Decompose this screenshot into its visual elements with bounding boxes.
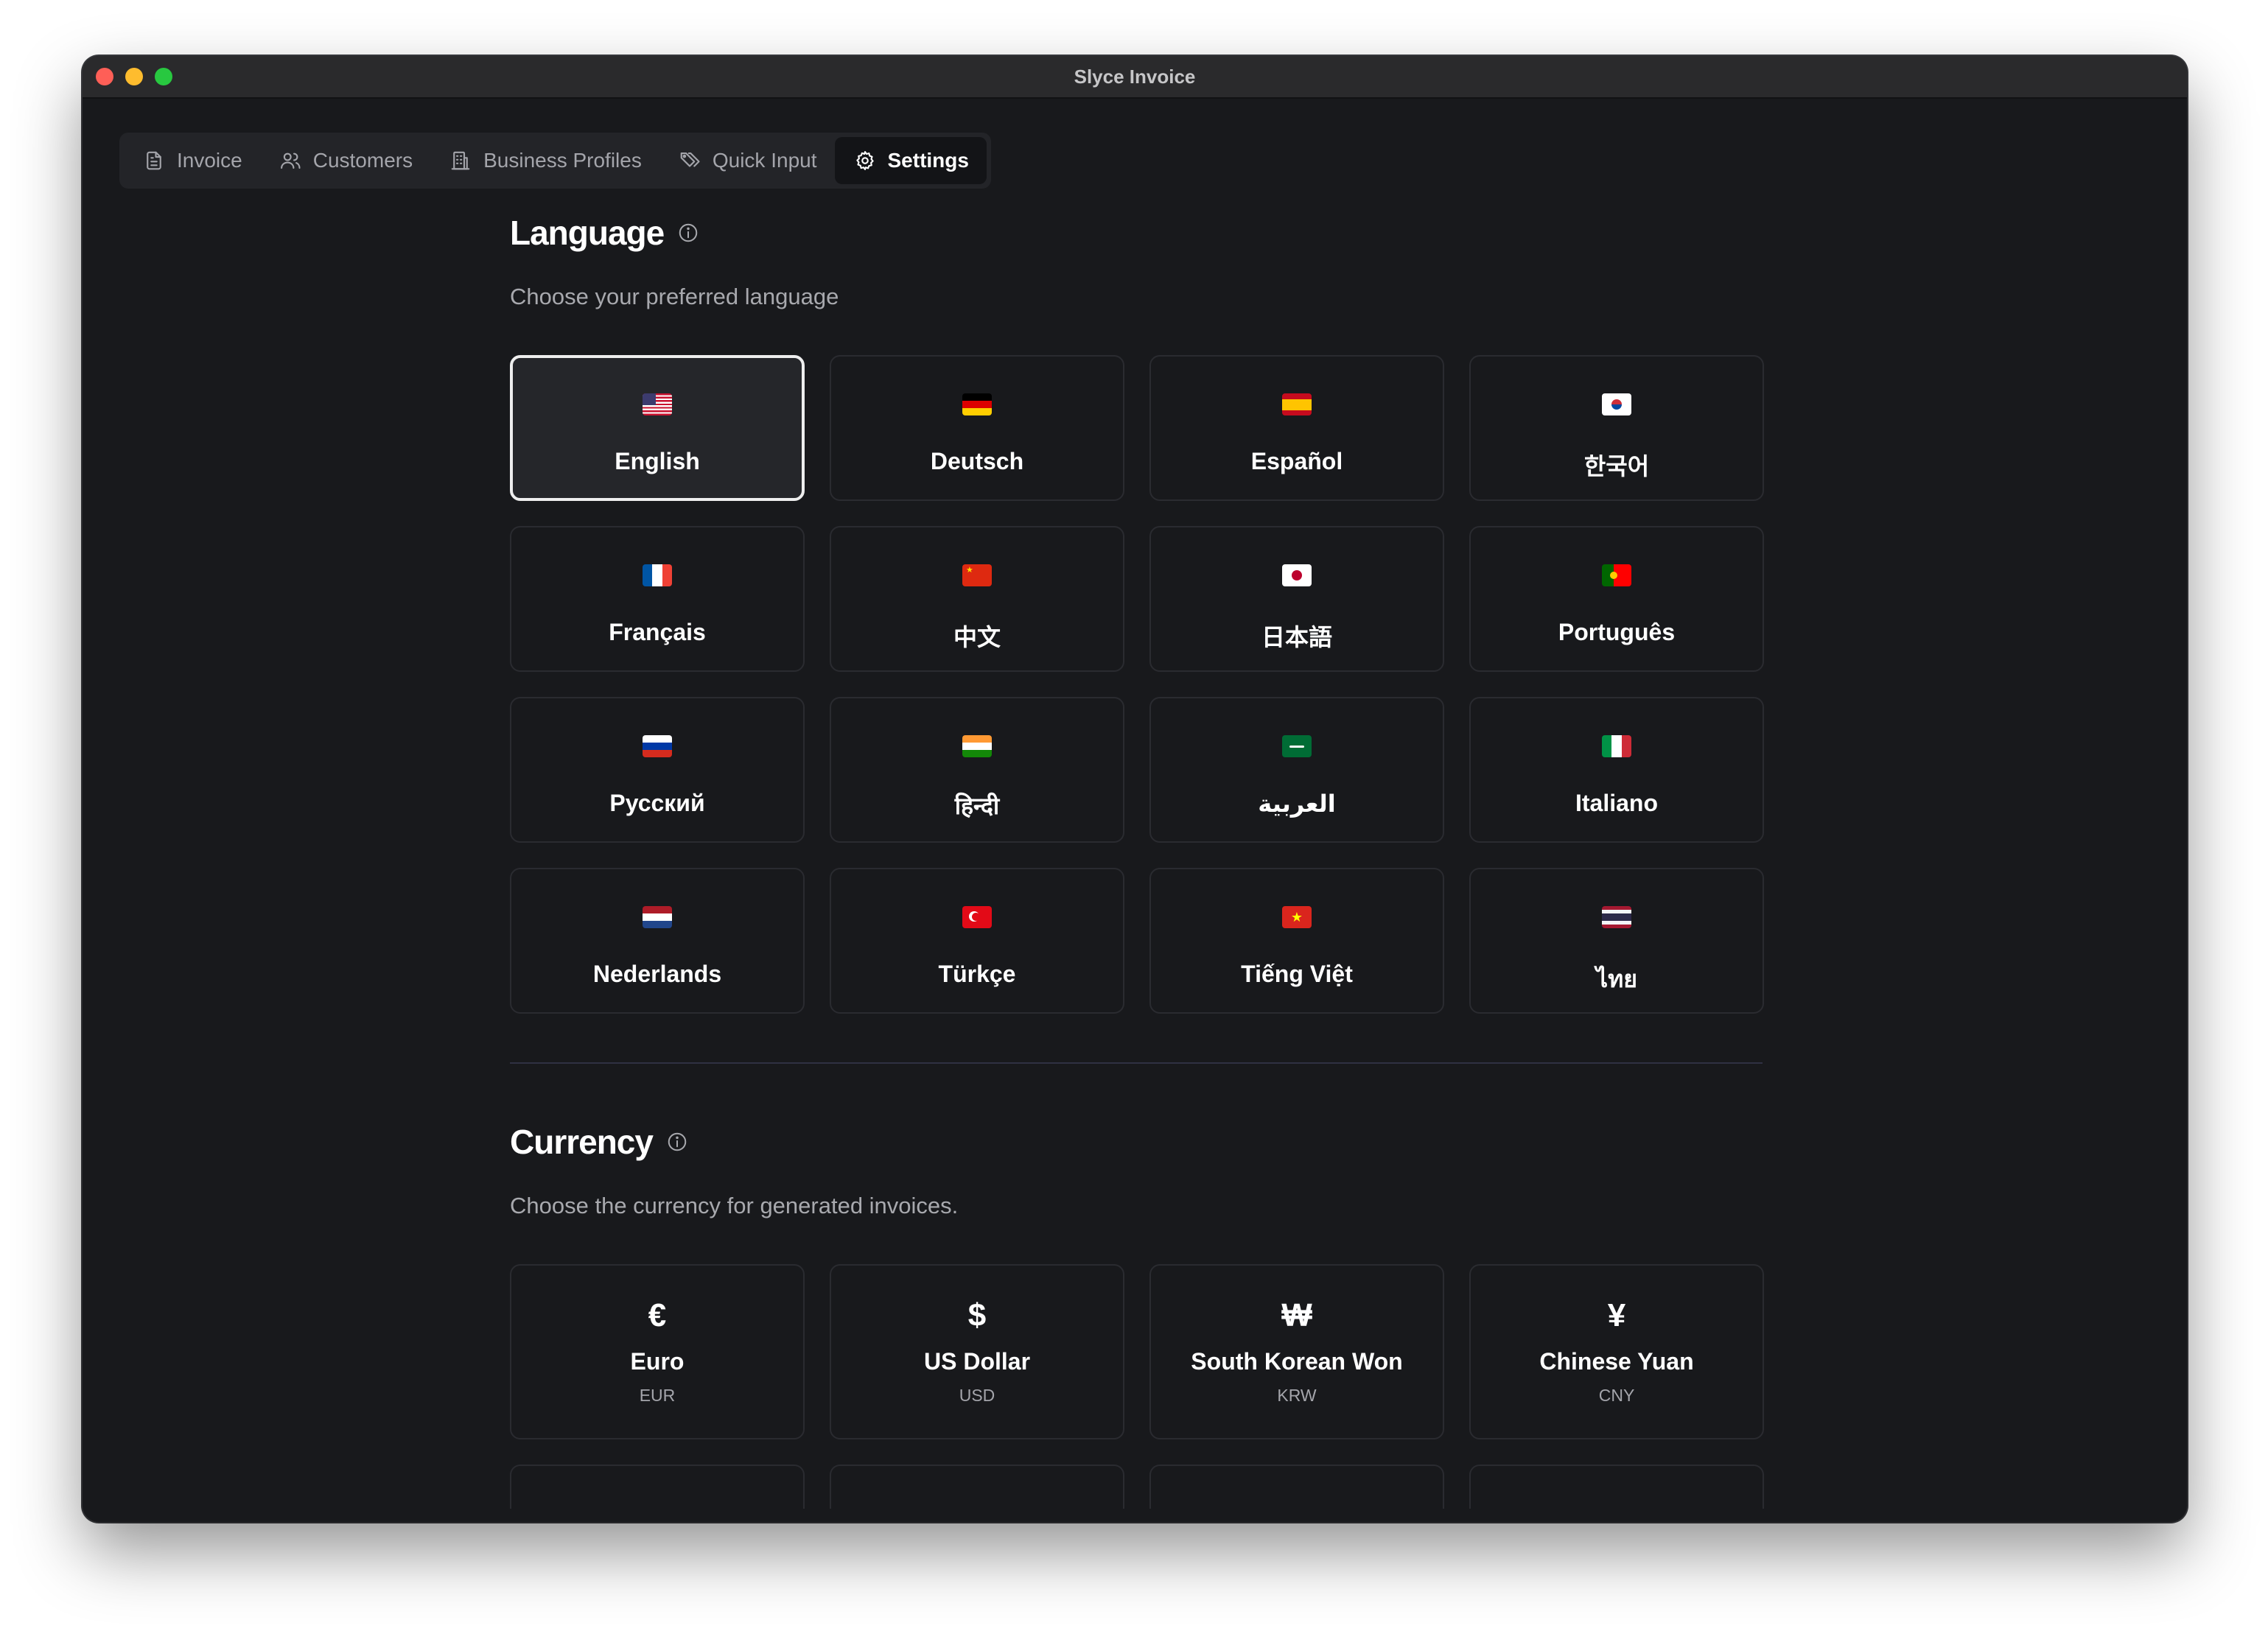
india-flag-icon (962, 735, 992, 757)
portugal-flag-icon (1602, 564, 1631, 586)
language-option-turkce[interactable]: Türkçe (830, 868, 1124, 1014)
language-label: Português (1558, 619, 1676, 645)
language-label: 日本語 (1261, 624, 1332, 650)
language-label: Русский (609, 790, 705, 816)
currency-section-title: Currency (510, 1112, 1763, 1171)
yuan-icon: ¥ (1607, 1297, 1626, 1333)
language-label: Türkçe (938, 961, 1016, 987)
language-label: Deutsch (930, 448, 1024, 474)
language-label: हिन्दी (954, 793, 1000, 819)
currency-option-partial[interactable] (830, 1465, 1124, 1509)
tags-icon (679, 150, 701, 172)
currency-code: KRW (1277, 1386, 1317, 1405)
currency-name: Chinese Yuan (1539, 1348, 1694, 1375)
currency-description: Choose the currency for generated invoic… (510, 1193, 959, 1218)
euro-icon: € (648, 1297, 667, 1333)
gear-icon (854, 150, 876, 172)
currency-name: US Dollar (923, 1348, 1031, 1375)
language-option-espanol[interactable]: Español (1149, 355, 1444, 501)
language-label: Tiếng Việt (1241, 961, 1353, 987)
china-flag-icon: ★ (962, 564, 992, 586)
tab-label: Settings (887, 149, 969, 172)
currency-option-partial[interactable] (510, 1465, 805, 1509)
currency-grid: € Euro EUR $ US Dollar USD ₩ South Korea… (510, 1264, 1764, 1509)
tab-settings[interactable]: Settings (834, 137, 987, 184)
currency-name: South Korean Won (1191, 1348, 1403, 1375)
info-icon[interactable] (677, 222, 699, 244)
language-option-nederlands[interactable]: Nederlands (510, 868, 805, 1014)
language-option-japanese[interactable]: 日本語 (1149, 526, 1444, 672)
currency-option-usd[interactable]: $ US Dollar USD (830, 1264, 1124, 1439)
dollar-icon: $ (967, 1297, 987, 1333)
language-label: Français (609, 619, 706, 645)
italy-flag-icon (1602, 735, 1631, 757)
currency-code: CNY (1598, 1386, 1635, 1405)
language-description: Choose your preferred language (510, 284, 839, 309)
japan-flag-icon (1282, 564, 1312, 586)
tab-label: Business Profiles (483, 149, 642, 172)
tab-business-profiles[interactable]: Business Profiles (430, 137, 659, 184)
language-option-portugues[interactable]: Português (1469, 526, 1764, 672)
currency-option-krw[interactable]: ₩ South Korean Won KRW (1149, 1264, 1444, 1439)
korea-flag-icon (1602, 393, 1631, 415)
language-option-vietnamese[interactable]: ★ Tiếng Việt (1149, 868, 1444, 1014)
language-grid: English Deutsch Español 한국어 Français ★ 中… (510, 355, 1764, 1014)
vietnam-flag-icon: ★ (1282, 906, 1312, 928)
main-tab-bar: Invoice Customers Business Profiles Quic… (119, 133, 991, 189)
info-icon[interactable] (666, 1131, 688, 1153)
language-option-arabic[interactable]: العربية (1149, 697, 1444, 843)
language-label: العربية (1258, 790, 1336, 817)
building-icon (449, 150, 472, 172)
spain-flag-icon (1282, 393, 1312, 415)
language-option-italiano[interactable]: Italiano (1469, 697, 1764, 843)
tab-label: Quick Input (712, 149, 817, 172)
currency-option-partial[interactable] (1149, 1465, 1444, 1509)
language-section-title: Language (510, 203, 1763, 262)
currency-code: EUR (639, 1386, 676, 1405)
tab-label: Invoice (177, 149, 242, 172)
turkey-flag-icon (962, 906, 992, 928)
language-label: English (615, 448, 700, 474)
thailand-flag-icon (1602, 906, 1631, 928)
germany-flag-icon (962, 393, 992, 415)
saudi-flag-icon (1282, 735, 1312, 757)
language-title: Language (510, 214, 665, 252)
currency-code: USD (959, 1386, 995, 1405)
language-option-thai[interactable]: ไทย (1469, 868, 1764, 1014)
language-option-deutsch[interactable]: Deutsch (830, 355, 1124, 501)
language-option-francais[interactable]: Français (510, 526, 805, 672)
section-divider (510, 1062, 1763, 1064)
document-icon (143, 150, 165, 172)
users-icon (279, 150, 301, 172)
app-window: Slyce Invoice Invoice Customers Business… (83, 56, 2187, 1522)
window-title: Slyce Invoice (1074, 66, 1196, 88)
us-flag-icon (643, 393, 672, 415)
language-label: Italiano (1575, 790, 1658, 816)
tab-invoice[interactable]: Invoice (124, 137, 260, 184)
language-label: ไทย (1596, 966, 1637, 992)
language-option-korean[interactable]: 한국어 (1469, 355, 1764, 501)
language-option-english[interactable]: English (510, 355, 805, 501)
currency-name: Euro (630, 1348, 685, 1375)
won-icon: ₩ (1281, 1297, 1312, 1333)
settings-content: Language Choose your preferred language … (510, 203, 1764, 1509)
tab-quick-input[interactable]: Quick Input (659, 137, 835, 184)
language-option-russian[interactable]: Русский (510, 697, 805, 843)
netherlands-flag-icon (643, 906, 672, 928)
tab-label: Customers (312, 149, 413, 172)
language-option-hindi[interactable]: हिन्दी (830, 697, 1124, 843)
currency-title: Currency (510, 1123, 654, 1161)
currency-option-partial[interactable] (1469, 1465, 1764, 1509)
language-option-chinese[interactable]: ★ 中文 (830, 526, 1124, 672)
russia-flag-icon (643, 735, 672, 757)
currency-option-eur[interactable]: € Euro EUR (510, 1264, 805, 1439)
currency-option-cny[interactable]: ¥ Chinese Yuan CNY (1469, 1264, 1764, 1439)
language-label: 한국어 (1583, 453, 1650, 480)
language-label: Español (1250, 448, 1343, 474)
language-label: Nederlands (592, 961, 722, 987)
language-label: 中文 (953, 624, 1001, 650)
title-bar: Slyce Invoice (83, 56, 2187, 99)
tab-customers[interactable]: Customers (260, 137, 430, 184)
france-flag-icon (643, 564, 672, 586)
